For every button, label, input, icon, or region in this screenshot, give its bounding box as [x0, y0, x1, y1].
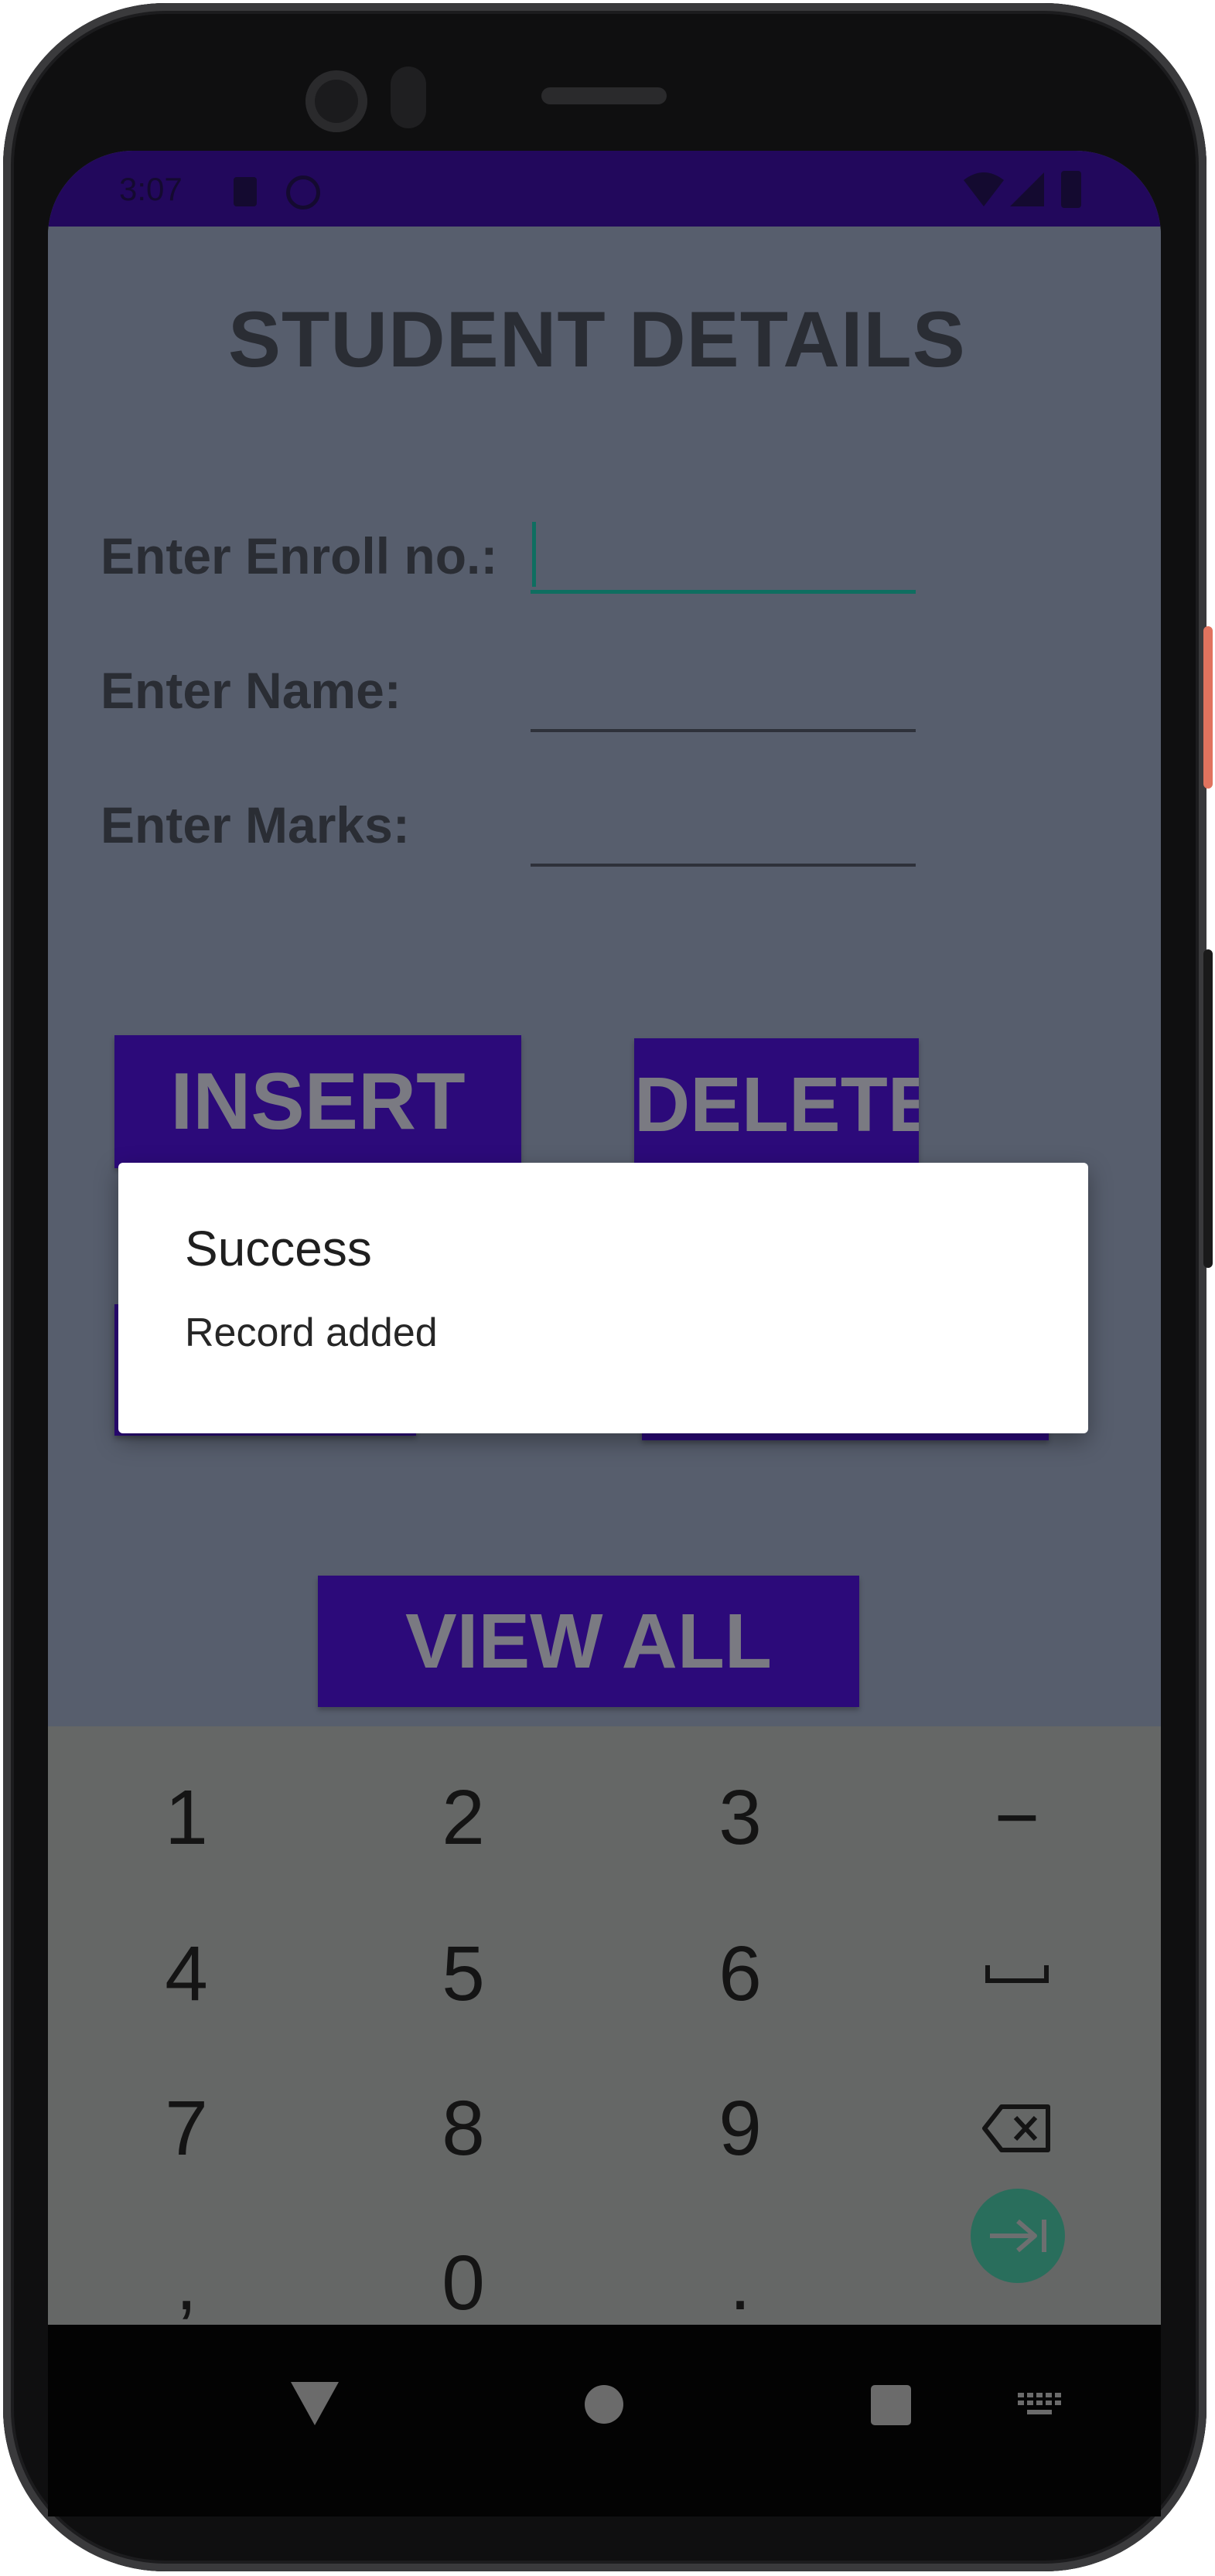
key-1[interactable]: 1: [48, 1740, 325, 1895]
name-field-underline: [531, 729, 916, 732]
key-6[interactable]: 6: [602, 1896, 879, 2051]
volume-button: [1203, 949, 1213, 1268]
camera-sensor: [391, 66, 426, 128]
marks-field-underline: [531, 864, 916, 867]
numeric-keyboard: 1 2 3 − 4 5 6 7 8 9 , 0 .: [48, 1726, 1161, 2326]
key-space[interactable]: [879, 1896, 1155, 2051]
next-icon: [990, 2219, 1046, 2253]
key-3[interactable]: 3: [602, 1740, 879, 1895]
app-content: STUDENT DETAILS Enter Enroll no.: Enter …: [48, 227, 1161, 1726]
front-camera: [305, 70, 367, 132]
key-backspace[interactable]: [879, 2051, 1155, 2206]
insert-button[interactable]: INSERT: [114, 1035, 521, 1168]
name-label: Enter Name:: [101, 662, 401, 719]
power-button: [1203, 626, 1213, 789]
space-icon: [985, 1965, 1049, 1983]
view-all-button[interactable]: VIEW ALL: [318, 1576, 859, 1707]
marks-label: Enter Marks:: [101, 796, 410, 854]
home-icon[interactable]: [585, 2385, 623, 2424]
enroll-label: Enter Enroll no.:: [101, 527, 498, 584]
text-cursor: [532, 522, 536, 587]
status-bar: 3:07: [48, 151, 1161, 227]
key-8[interactable]: 8: [325, 2051, 602, 2206]
backspace-icon: [982, 2104, 1050, 2152]
key-5[interactable]: 5: [325, 1896, 602, 2051]
navigation-bar: [48, 2325, 1161, 2516]
battery-icon: [1061, 171, 1081, 208]
dialog-message: Record added: [185, 1310, 438, 1355]
delete-button[interactable]: DELETE: [634, 1038, 919, 1171]
sim-card-icon: [234, 177, 257, 206]
marks-field[interactable]: [531, 794, 916, 871]
dnd-icon: [286, 175, 320, 210]
key-2[interactable]: 2: [325, 1740, 602, 1895]
keyboard-switch-icon[interactable]: [1018, 2393, 1063, 2419]
earpiece-speaker: [541, 87, 667, 104]
back-icon[interactable]: [291, 2382, 339, 2425]
wifi-icon: [964, 172, 1004, 206]
signal-icon: [1010, 172, 1044, 206]
dialog-title: Success: [185, 1221, 372, 1276]
key-9[interactable]: 9: [602, 2051, 879, 2206]
success-dialog: Success Record added: [118, 1163, 1088, 1433]
name-field[interactable]: [531, 659, 916, 737]
enroll-field-underline: [531, 590, 916, 594]
page-title: STUDENT DETAILS: [228, 295, 966, 383]
key-minus[interactable]: −: [879, 1740, 1155, 1895]
key-4[interactable]: 4: [48, 1896, 325, 2051]
key-7[interactable]: 7: [48, 2051, 325, 2206]
key-next[interactable]: [971, 2189, 1065, 2283]
enroll-field[interactable]: [531, 520, 916, 598]
status-time: 3:07: [119, 171, 183, 207]
recents-icon[interactable]: [871, 2385, 911, 2425]
